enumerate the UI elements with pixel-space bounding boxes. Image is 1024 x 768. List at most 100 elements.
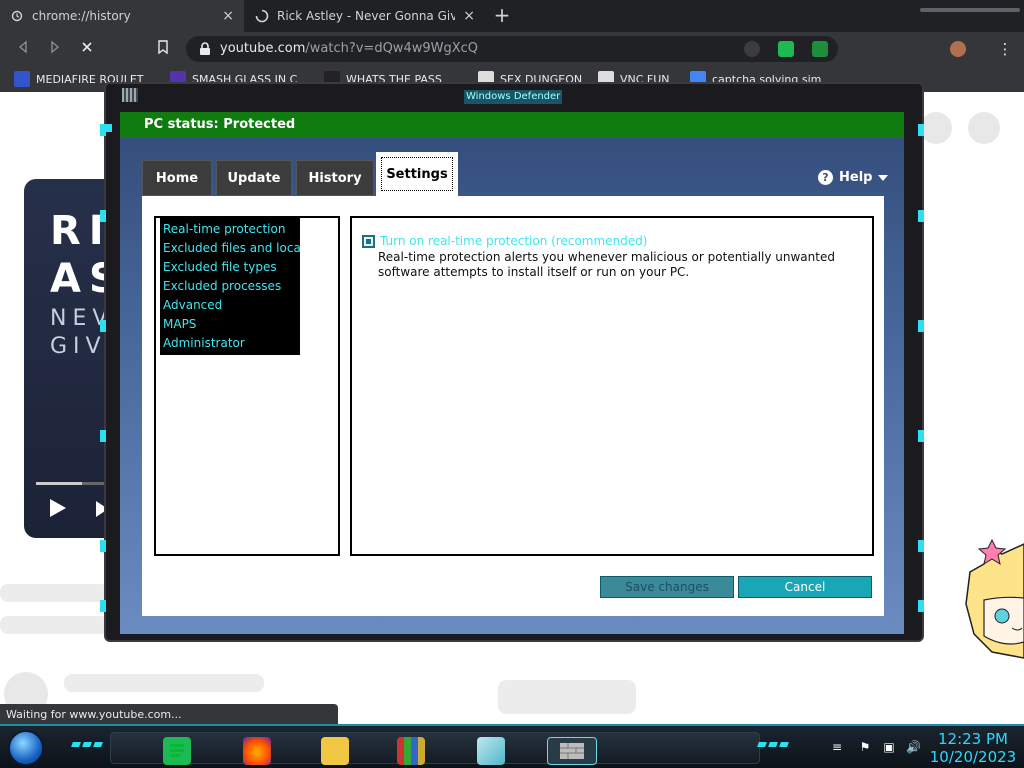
pc-status-bar: PC status: Protected [120,112,904,138]
frame-notch [918,124,924,136]
back-icon [18,40,27,54]
settings-panel: Real-time protection Excluded files and … [142,196,884,616]
cartoon-sticker-image [965,538,1024,659]
defender-taskbar-icon[interactable] [547,737,597,765]
extension-shield-icon[interactable] [812,41,828,57]
frame-notch [100,210,106,222]
taskbar-accent [71,742,103,748]
settings-detail-box: Turn on real-time protection (recommende… [350,216,874,556]
frame-notch [918,540,924,552]
browser-toolbar: youtube.com/watch?v=dQw4w9WgXcQ ⋮ [0,32,1024,66]
placeholder-circle [968,112,1000,144]
lock-icon[interactable] [198,41,214,57]
close-tab-icon[interactable]: × [455,8,475,24]
frame-notch [918,210,924,222]
taskbar: ≡ ⚑ ▣ 🔊 12:23 PM 10/20/2023 [0,724,1024,768]
notepad-icon[interactable] [477,737,505,765]
settings-nav-excluded-processes[interactable]: Excluded processes [163,277,300,296]
real-time-protection-option[interactable]: Turn on real-time protection (recommende… [362,234,647,248]
frame-notch [918,430,924,442]
real-time-protection-checkbox[interactable] [362,234,375,248]
settings-nav-list: Real-time protection Excluded files and … [160,218,300,355]
settings-nav-excluded-file-types[interactable]: Excluded file types [163,258,300,277]
help-label: Help [839,170,873,185]
history-icon [10,9,24,23]
tab-title: chrome://history [32,9,131,23]
skeleton-line [0,616,110,634]
start-button[interactable] [8,730,44,766]
volume-icon[interactable]: 🔊 [906,740,921,754]
skeleton-line [0,584,110,602]
window-title[interactable]: Windows Defender [464,90,563,104]
tab-youtube[interactable]: Rick Astley - Never Gonna Give Yo × [245,0,485,32]
taskbar-app-tray [110,732,760,765]
real-time-protection-label[interactable]: Turn on real-time protection (recommende… [380,234,647,248]
frame-notch [100,430,106,442]
frame-notch [100,540,106,552]
tab-history[interactable]: History [296,160,374,196]
taskbar-accent [757,742,789,748]
cancel-button[interactable]: Cancel [738,576,872,598]
file-explorer-icon[interactable] [321,737,349,765]
frame-notch [918,320,924,332]
extension-sheets-icon[interactable] [778,41,794,57]
sheets-app-icon[interactable] [163,737,191,765]
settings-nav-administrator[interactable]: Administrator [163,334,300,353]
menu-icon[interactable]: ⋮ [994,38,1016,60]
network-icon[interactable]: ▣ [882,740,896,754]
loading-spinner-icon [255,9,269,23]
save-changes-button[interactable]: Save changes [600,576,734,598]
url-host: youtube.com [220,41,306,56]
cast-icon[interactable] [744,41,760,57]
help-menu[interactable]: ? Help [818,170,889,185]
frame-notch [100,124,106,136]
forward-button[interactable] [44,38,66,60]
stop-button[interactable] [76,38,98,60]
placeholder-circle [920,112,952,144]
video-progress-fill [36,482,83,485]
bookmark-button[interactable] [152,38,174,60]
clock-time: 12:23 PM [938,730,1008,748]
real-time-protection-description: Real-time protection alerts you whenever… [378,250,835,279]
winrar-icon[interactable] [397,737,425,765]
frame-notch [100,320,106,332]
url-path: /watch?v=dQw4w9WgXcQ [305,41,479,56]
chevron-down-icon [878,174,889,181]
forward-icon [51,40,60,54]
firefox-icon[interactable] [243,737,271,765]
profile-avatar[interactable] [950,41,966,57]
help-icon: ? [818,170,833,185]
tab-home[interactable]: Home [142,160,212,196]
window-drag-bar[interactable] [920,8,1020,12]
browser-tab-strip: chrome://history × Rick Astley - Never G… [0,0,1024,32]
skeleton-line [64,674,264,692]
show-hidden-icons-icon[interactable]: ≡ [830,740,844,754]
flag-icon[interactable]: ⚑ [858,740,872,754]
address-bar[interactable]: youtube.com/watch?v=dQw4w9WgXcQ [186,36,838,62]
settings-nav-box: Real-time protection Excluded files and … [154,216,340,556]
settings-nav-real-time-protection[interactable]: Real-time protection [163,220,300,239]
tab-update[interactable]: Update [216,160,292,196]
settings-nav-maps[interactable]: MAPS [163,315,300,334]
frame-notch [100,600,106,612]
tab-settings[interactable]: Settings [376,152,458,196]
tab-title: Rick Astley - Never Gonna Give Yo [277,9,456,23]
mediafire-icon [14,71,30,87]
defender-client-area: PC status: Protected Home Update History… [120,112,904,634]
taskbar-clock[interactable]: 12:23 PM 10/20/2023 [928,730,1018,766]
settings-nav-excluded-files[interactable]: Excluded files and locat... [163,239,300,258]
skeleton-button [498,680,636,714]
new-tab-button[interactable]: + [490,4,514,28]
frame-notch [918,600,924,612]
back-button[interactable] [12,38,34,60]
defender-app-icon[interactable] [122,88,138,102]
settings-nav-advanced[interactable]: Advanced [163,296,300,315]
url-text: youtube.com/watch?v=dQw4w9WgXcQ [220,41,478,56]
close-icon [82,42,92,52]
clock-date: 10/20/2023 [929,748,1017,766]
close-tab-icon[interactable]: × [214,8,234,24]
browser-status-bubble: Waiting for www.youtube.com... [0,704,338,726]
tab-history[interactable]: chrome://history × [0,0,244,32]
play-icon[interactable] [50,499,66,517]
bookmark-icon [158,40,168,55]
